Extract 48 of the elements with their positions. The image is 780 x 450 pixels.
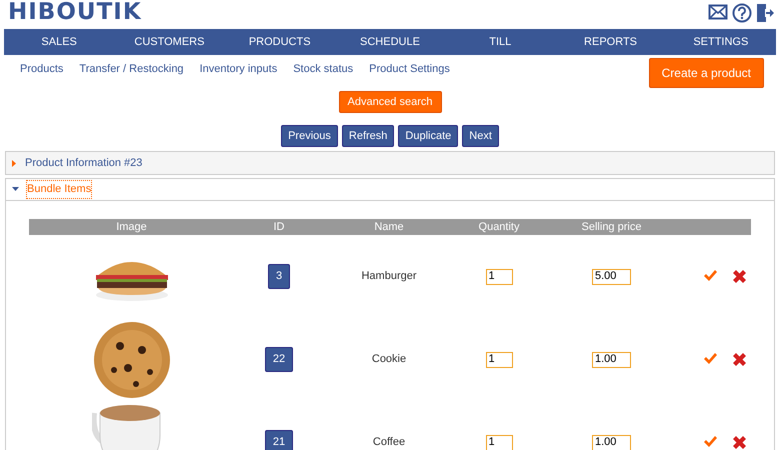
price-field[interactable]: 1.00 (592, 352, 631, 368)
check-icon[interactable] (703, 353, 717, 365)
column-header: Name (373, 220, 405, 235)
subnav-link[interactable]: Transfer / Restocking (79, 61, 184, 78)
navigation-button[interactable]: Refresh (342, 125, 394, 147)
logo[interactable]: HIBOUTIK (8, 0, 142, 25)
product-name: Hamburger (361, 270, 417, 282)
caret-right-icon (12, 160, 17, 166)
exit-icon[interactable] (756, 2, 774, 22)
delete-icon[interactable] (733, 270, 746, 283)
subnav-link[interactable]: Products (20, 61, 64, 78)
delete-icon[interactable] (733, 436, 746, 449)
nav-link[interactable]: SETTINGS (666, 29, 776, 55)
subnav-link[interactable]: Inventory inputs (200, 61, 278, 78)
column-header: Selling price (580, 220, 642, 235)
panel-title: Product Information #23 (25, 156, 142, 171)
navigation-button[interactable]: Previous (281, 125, 338, 147)
nav-link[interactable]: CUSTOMERS (114, 29, 225, 55)
nav-link[interactable]: SCHEDULE (334, 29, 446, 55)
product-name: Coffee (372, 436, 406, 448)
column-header: ID (272, 220, 286, 235)
price-field[interactable]: 5.00 (592, 268, 631, 284)
check-icon[interactable] (703, 436, 717, 448)
panel-header[interactable]: Product Information #23 (6, 152, 774, 174)
column-header: Quantity (478, 220, 520, 235)
id-badge: 21 (264, 430, 294, 450)
product-name: Cookie (372, 353, 406, 366)
nav-link[interactable]: TILL (445, 29, 556, 55)
navigation-button[interactable]: Duplicate (398, 125, 458, 147)
delete-icon[interactable] (733, 353, 746, 366)
nav-link[interactable]: SALES (4, 29, 114, 55)
subnav-link[interactable]: Product Settings (369, 61, 450, 78)
quantity-field[interactable]: 1 (486, 268, 512, 284)
mail-icon[interactable] (708, 2, 728, 20)
price-field[interactable]: 1.00 (592, 434, 631, 450)
nav-link[interactable]: PRODUCTS (224, 29, 335, 55)
panel-title: Bundle Items (27, 181, 92, 198)
check-icon[interactable] (703, 270, 717, 282)
subnav-link[interactable]: Stock status (293, 61, 354, 78)
caret-down-icon (12, 187, 19, 192)
navigation-button[interactable]: Next (462, 125, 499, 147)
id-badge: 22 (264, 347, 294, 372)
quantity-field[interactable]: 1 (486, 434, 512, 450)
nav-link[interactable]: REPORTS (555, 29, 666, 55)
column-header: Image (115, 220, 148, 235)
id-badge: 3 (268, 264, 290, 289)
quantity-field[interactable]: 1 (486, 352, 512, 368)
help-icon[interactable] (732, 2, 752, 22)
